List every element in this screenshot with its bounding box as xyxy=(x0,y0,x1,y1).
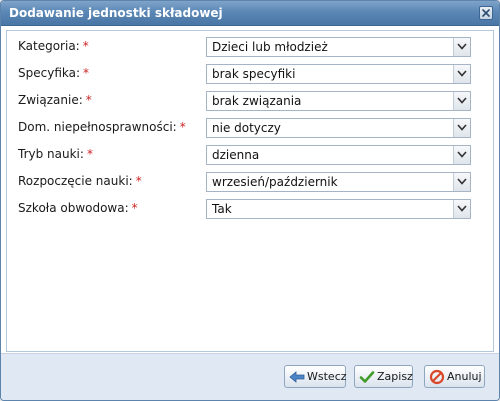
field-row-zwiazanie: Związanie: * brak związania xyxy=(7,89,493,113)
field-label: Kategoria: * xyxy=(18,39,89,53)
chevron-down-icon xyxy=(457,70,467,77)
field-row-szkola-obwodowa: Szkoła obwodowa: * Tak xyxy=(7,197,493,221)
save-button[interactable]: Zapisz xyxy=(354,365,413,388)
required-asterisk: * xyxy=(83,66,90,80)
rozpoczecie-nauki-select[interactable]: wrzesień/październik xyxy=(206,172,471,192)
specyfika-select[interactable]: brak specyfiki xyxy=(206,64,471,84)
field-row-kategoria: Kategoria: * Dzieci lub młodzież xyxy=(7,35,493,59)
field-label: Związanie: * xyxy=(18,93,92,107)
dropdown-button[interactable] xyxy=(453,146,470,164)
chevron-down-icon xyxy=(457,178,467,185)
field-label: Specyfika: * xyxy=(18,66,90,80)
chevron-down-icon xyxy=(457,205,467,212)
chevron-down-icon xyxy=(457,97,467,104)
select-value: nie dotyczy xyxy=(212,121,281,135)
required-asterisk: * xyxy=(86,147,93,161)
required-asterisk: * xyxy=(179,120,186,134)
dropdown-button[interactable] xyxy=(453,200,470,218)
dropdown-button[interactable] xyxy=(453,65,470,83)
chevron-down-icon xyxy=(457,151,467,158)
field-row-tryb-nauki: Tryb nauki: * dzienna xyxy=(7,143,493,167)
dialog-titlebar[interactable]: Dodawanie jednostki składowej xyxy=(1,1,499,26)
select-value: Dzieci lub młodzież xyxy=(212,40,328,54)
field-label: Szkoła obwodowa: * xyxy=(18,201,138,215)
select-value: Tak xyxy=(212,202,232,216)
niepelnosprawnosc-select[interactable]: nie dotyczy xyxy=(206,118,471,138)
back-button-label: Wstecz xyxy=(307,370,347,383)
checkmark-icon xyxy=(359,371,375,383)
required-asterisk: * xyxy=(131,201,138,215)
select-value: brak specyfiki xyxy=(212,67,296,81)
select-value: dzienna xyxy=(212,148,260,162)
szkola-obwodowa-select[interactable]: Tak xyxy=(206,199,471,219)
field-label: Rozpoczęcie nauki: * xyxy=(18,174,142,188)
cancel-button[interactable]: Anuluj xyxy=(424,365,485,388)
cancel-icon xyxy=(429,369,445,385)
field-label: Tryb nauki: * xyxy=(18,147,93,161)
cancel-button-label: Anuluj xyxy=(447,370,482,383)
back-button[interactable]: Wstecz xyxy=(284,365,347,388)
chevron-down-icon xyxy=(457,43,467,50)
dialog-window: Dodawanie jednostki składowej Kategoria:… xyxy=(0,0,500,401)
save-button-label: Zapisz xyxy=(377,370,413,383)
close-icon xyxy=(482,9,490,17)
dropdown-button[interactable] xyxy=(453,38,470,56)
required-asterisk: * xyxy=(135,174,142,188)
arrow-left-icon xyxy=(289,371,305,383)
dropdown-button[interactable] xyxy=(453,92,470,110)
dropdown-button[interactable] xyxy=(453,119,470,137)
dialog-title: Dodawanie jednostki składowej xyxy=(9,6,223,20)
dialog-footer: Wstecz Zapisz Anuluj xyxy=(1,353,499,400)
select-value: wrzesień/październik xyxy=(212,175,338,189)
field-row-niepelnosprawnosc: Dom. niepełnosprawności: * nie dotyczy xyxy=(7,116,493,140)
zwiazanie-select[interactable]: brak związania xyxy=(206,91,471,111)
select-value: brak związania xyxy=(212,94,302,108)
close-button[interactable] xyxy=(479,6,493,20)
dropdown-button[interactable] xyxy=(453,173,470,191)
kategoria-select[interactable]: Dzieci lub młodzież xyxy=(206,37,471,57)
form-panel: Kategoria: * Dzieci lub młodzież Specyfik… xyxy=(6,30,494,352)
required-asterisk: * xyxy=(82,39,89,53)
chevron-down-icon xyxy=(457,124,467,131)
field-row-specyfika: Specyfika: * brak specyfiki xyxy=(7,62,493,86)
field-row-rozpoczecie-nauki: Rozpoczęcie nauki: * wrzesień/październik xyxy=(7,170,493,194)
field-label: Dom. niepełnosprawności: * xyxy=(18,120,186,134)
required-asterisk: * xyxy=(85,93,92,107)
tryb-nauki-select[interactable]: dzienna xyxy=(206,145,471,165)
